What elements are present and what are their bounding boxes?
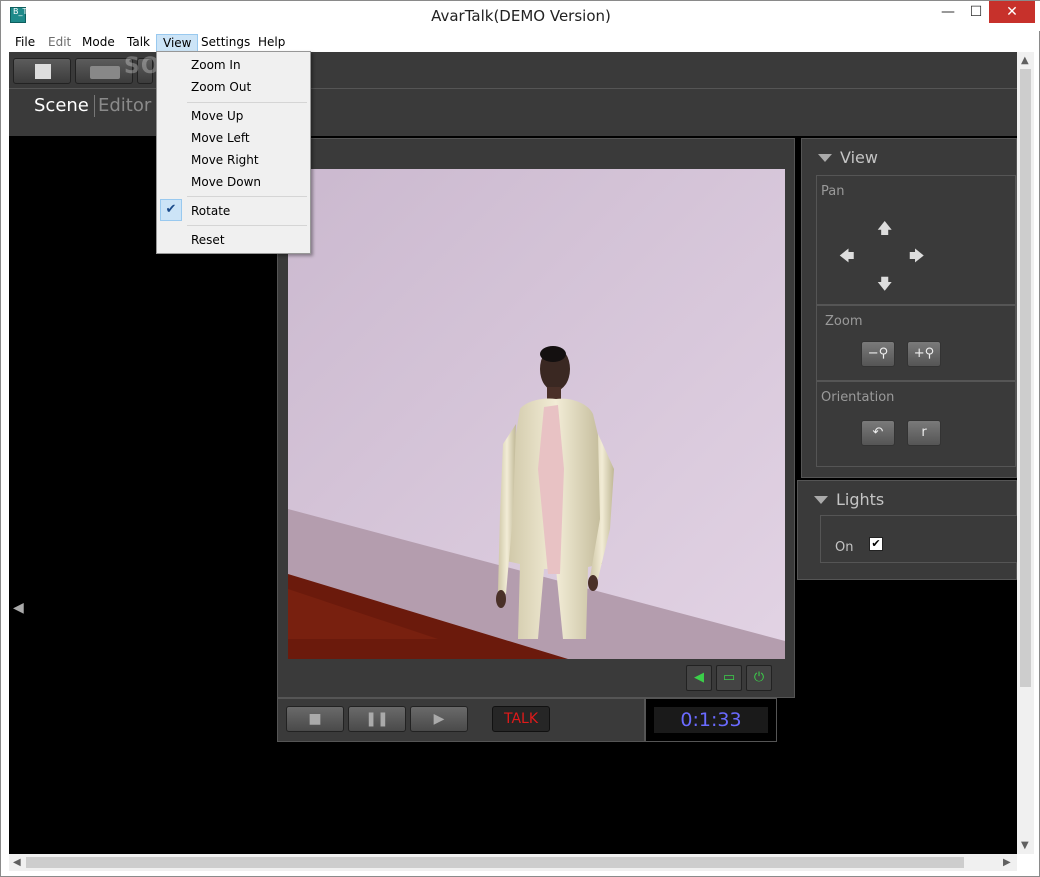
playback-timer: 0:1:33 [654, 707, 768, 733]
collapse-left-icon[interactable]: ◀ [13, 600, 24, 616]
lights-on-label: On [835, 540, 854, 555]
screen-icon: ▭ [722, 670, 736, 685]
screen-button[interactable]: ▭ [716, 665, 742, 691]
pan-label: Pan [821, 184, 845, 199]
zoom-out-button[interactable]: −⚲ [861, 341, 895, 367]
document-icon [35, 64, 51, 79]
app-window: B_T AvarTalk(DEMO Version) — ☐ ✕ File Ed… [0, 0, 1040, 877]
view-menu-dropdown: Zoom In Zoom Out Move Up Move Left Move … [156, 51, 311, 254]
menu-move-down[interactable]: Move Down [191, 175, 261, 189]
3d-viewport[interactable] [288, 169, 785, 659]
menu-zoom-in[interactable]: Zoom In [191, 58, 241, 72]
vertical-scrollbar[interactable]: ▲ ▼ [1017, 52, 1034, 854]
tab-editor[interactable]: Editor [98, 95, 151, 116]
view-panel-title: View [840, 148, 878, 167]
reset-orientation-button[interactable]: r [907, 420, 941, 446]
menu-separator [187, 225, 307, 226]
menu-edit[interactable]: Edit [42, 34, 77, 52]
avatar-scene [288, 169, 785, 659]
menu-talk[interactable]: Talk [121, 34, 156, 52]
scroll-right-icon[interactable]: ▶ [1003, 857, 1011, 868]
pause-icon: ❚❚ [365, 711, 389, 727]
reset-icon: r [921, 425, 927, 440]
title-bar: B_T AvarTalk(DEMO Version) — ☐ ✕ [1, 1, 1040, 31]
lights-section: On ✔ [820, 515, 1018, 563]
timer-panel: 0:1:33 [645, 698, 777, 742]
viewport-controls: ◀ ▭ ⏻ [278, 661, 796, 697]
speaker-icon: ◀ [694, 670, 704, 685]
zoom-out-icon: −⚲ [867, 346, 889, 361]
orientation-label: Orientation [821, 390, 895, 405]
orientation-section: Orientation ↶ r [816, 381, 1016, 467]
play-icon: ▶ [433, 711, 445, 727]
toolbar-new-button[interactable] [13, 58, 71, 84]
view-panel: View Pan 🡅 🡄 🡆 🡇 Zoom −⚲ +⚲ Orientation [801, 138, 1017, 478]
horizontal-scrollbar[interactable]: ◀ ▶ [9, 854, 1017, 871]
lights-panel-title: Lights [836, 490, 885, 509]
pan-right-icon[interactable]: 🡆 [909, 246, 925, 271]
pause-button[interactable]: ❚❚ [348, 706, 406, 732]
power-button[interactable]: ⏻ [746, 665, 772, 691]
checkmark-icon: ✔ [160, 199, 182, 221]
collapse-triangle-icon [818, 154, 832, 162]
lights-panel: Lights On ✔ [797, 480, 1018, 580]
horizontal-scroll-thumb[interactable] [26, 857, 964, 868]
menu-move-left[interactable]: Move Left [191, 131, 250, 145]
playback-bar: ■ ❚❚ ▶ TALK [277, 698, 645, 742]
scroll-up-icon[interactable]: ▲ [1021, 55, 1029, 66]
collapse-triangle-icon [814, 496, 828, 504]
menu-rotate[interactable]: Rotate [191, 204, 230, 218]
scroll-left-icon[interactable]: ◀ [13, 857, 21, 868]
stop-icon: ■ [308, 711, 322, 727]
close-button[interactable]: ✕ [989, 1, 1035, 23]
zoom-label: Zoom [825, 314, 863, 329]
menu-help[interactable]: Help [252, 34, 291, 52]
pan-section: Pan 🡅 🡄 🡆 🡇 [816, 175, 1016, 305]
lights-on-checkbox[interactable]: ✔ [869, 537, 883, 551]
lights-panel-header[interactable]: Lights [814, 490, 884, 509]
folder-icon [90, 66, 120, 79]
pan-left-icon[interactable]: 🡄 [839, 246, 855, 271]
stop-button[interactable]: ■ [286, 706, 344, 732]
play-button[interactable]: ▶ [410, 706, 468, 732]
pan-down-icon[interactable]: 🡇 [877, 274, 892, 299]
menu-mode[interactable]: Mode [76, 34, 121, 52]
zoom-section: Zoom −⚲ +⚲ [816, 305, 1016, 381]
menu-settings[interactable]: Settings [195, 34, 256, 52]
menu-view[interactable]: View [156, 34, 199, 52]
zoom-in-icon: +⚲ [913, 346, 935, 361]
tab-scene[interactable]: Scene [34, 95, 89, 116]
power-icon: ⏻ [753, 670, 765, 685]
view-panel-header[interactable]: View [818, 148, 878, 167]
menu-zoom-out[interactable]: Zoom Out [191, 80, 251, 94]
window-title: AvarTalk(DEMO Version) [431, 7, 611, 25]
zoom-in-button[interactable]: +⚲ [907, 341, 941, 367]
pan-up-icon[interactable]: 🡅 [877, 218, 892, 243]
menu-move-up[interactable]: Move Up [191, 109, 243, 123]
talk-button[interactable]: TALK [492, 706, 550, 732]
minimize-button[interactable]: — [933, 1, 963, 23]
rotate-icon: ↶ [872, 425, 884, 440]
vertical-scroll-thumb[interactable] [1020, 69, 1031, 687]
rotate-button[interactable]: ↶ [861, 420, 895, 446]
scene-panel: ◀ ▭ ⏻ [277, 138, 795, 698]
menu-move-right[interactable]: Move Right [191, 153, 259, 167]
menu-bar: File Edit Mode Talk View Settings Help [9, 32, 1033, 52]
sound-button[interactable]: ◀ [686, 665, 712, 691]
scroll-down-icon[interactable]: ▼ [1021, 840, 1029, 851]
tab-divider [94, 95, 95, 117]
menu-reset[interactable]: Reset [191, 233, 225, 247]
maximize-button[interactable]: ☐ [963, 1, 989, 23]
menu-separator [187, 196, 307, 197]
menu-separator [187, 102, 307, 103]
menu-file[interactable]: File [9, 34, 41, 52]
